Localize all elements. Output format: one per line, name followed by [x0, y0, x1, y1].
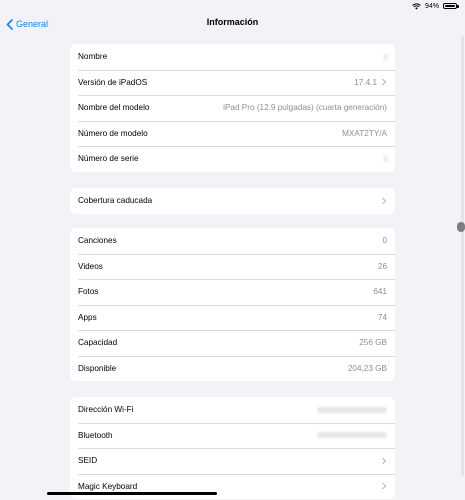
row-label: Capacidad: [78, 338, 118, 348]
row-apps: Apps 74: [70, 304, 395, 331]
chevron-right-icon: [382, 457, 387, 465]
row-serial-number[interactable]: Número de serie: [70, 146, 395, 172]
row-label: Fotos: [78, 287, 99, 297]
row-videos: Videos 26: [70, 253, 395, 280]
row-available: Disponible 204,23 GB: [70, 355, 395, 382]
row-value: 256 GB: [359, 338, 387, 348]
scrollbar-thumb[interactable]: [457, 222, 465, 232]
row-value: 17.4.1: [354, 77, 377, 87]
row-model-name[interactable]: Nombre del modelo iPad Pro (12.9 pulgada…: [70, 95, 395, 121]
storage-group: Canciones 0 Videos 26 Fotos 641 Apps 74 …: [70, 228, 395, 381]
chevron-right-icon: [382, 78, 387, 86]
redacted-value: [317, 432, 387, 439]
row-seid[interactable]: SEID: [70, 448, 395, 474]
battery-icon: [443, 3, 459, 9]
scrollbar-track[interactable]: [461, 36, 464, 476]
row-wifi-address[interactable]: Dirección Wi-Fi: [70, 397, 395, 423]
row-model-number[interactable]: Número de modelo MXAT2TY/A: [70, 120, 395, 147]
chevron-right-icon: [382, 482, 387, 490]
row-label: Magic Keyboard: [78, 481, 138, 491]
row-bluetooth[interactable]: Bluetooth: [70, 422, 395, 449]
redacted-value: [317, 406, 387, 413]
row-value: 74: [377, 312, 387, 322]
row-label: Disponible: [78, 363, 117, 373]
row-label: Cobertura caducada: [78, 196, 153, 206]
page-title: Información: [206, 17, 259, 27]
row-label: Nombre: [78, 52, 108, 62]
row-songs: Canciones 0: [70, 228, 395, 254]
status-bar: 94%: [317, 0, 465, 12]
row-label: SEID: [78, 456, 98, 466]
row-label: Número de serie: [78, 154, 139, 164]
wifi-icon: [412, 2, 421, 9]
row-value: 0: [382, 236, 387, 246]
navigation-bar: General Información: [0, 14, 465, 34]
row-ipados-version[interactable]: Versión de iPadOS 17.4.1: [70, 69, 395, 96]
row-label: Número de modelo: [78, 128, 148, 138]
home-indicator[interactable]: [47, 492, 217, 495]
coverage-group: Cobertura caducada: [70, 188, 395, 214]
chevron-right-icon: [382, 197, 387, 205]
row-label: Nombre del modelo: [78, 103, 150, 113]
row-magic-keyboard[interactable]: Magic Keyboard: [70, 473, 395, 500]
row-capacity: Capacidad 256 GB: [70, 330, 395, 356]
battery-percentage: 94%: [424, 2, 439, 10]
device-info-group: Nombre Versión de iPadOS 17.4.1 Nombre d…: [70, 44, 395, 172]
row-label: Bluetooth: [78, 430, 113, 440]
row-label: Videos: [78, 261, 103, 271]
row-value: 26: [377, 261, 387, 271]
row-label: Canciones: [78, 236, 117, 246]
row-photos: Fotos 641: [70, 279, 395, 305]
row-value: iPad Pro (12.9 pulgadas) (cuarta generac…: [223, 103, 387, 113]
row-coverage[interactable]: Cobertura caducada: [70, 188, 395, 214]
redacted-value: [384, 53, 387, 60]
row-label: Dirección Wi-Fi: [78, 405, 134, 415]
row-name[interactable]: Nombre: [70, 44, 395, 70]
row-value: 204,23 GB: [347, 363, 387, 373]
row-value: 641: [373, 287, 387, 297]
redacted-value: [384, 155, 387, 162]
row-label: Versión de iPadOS: [78, 77, 148, 87]
network-group: Dirección Wi-Fi Bluetooth SEID Magic Key…: [70, 397, 395, 499]
row-value: MXAT2TY/A: [342, 128, 387, 138]
row-label: Apps: [78, 312, 97, 322]
